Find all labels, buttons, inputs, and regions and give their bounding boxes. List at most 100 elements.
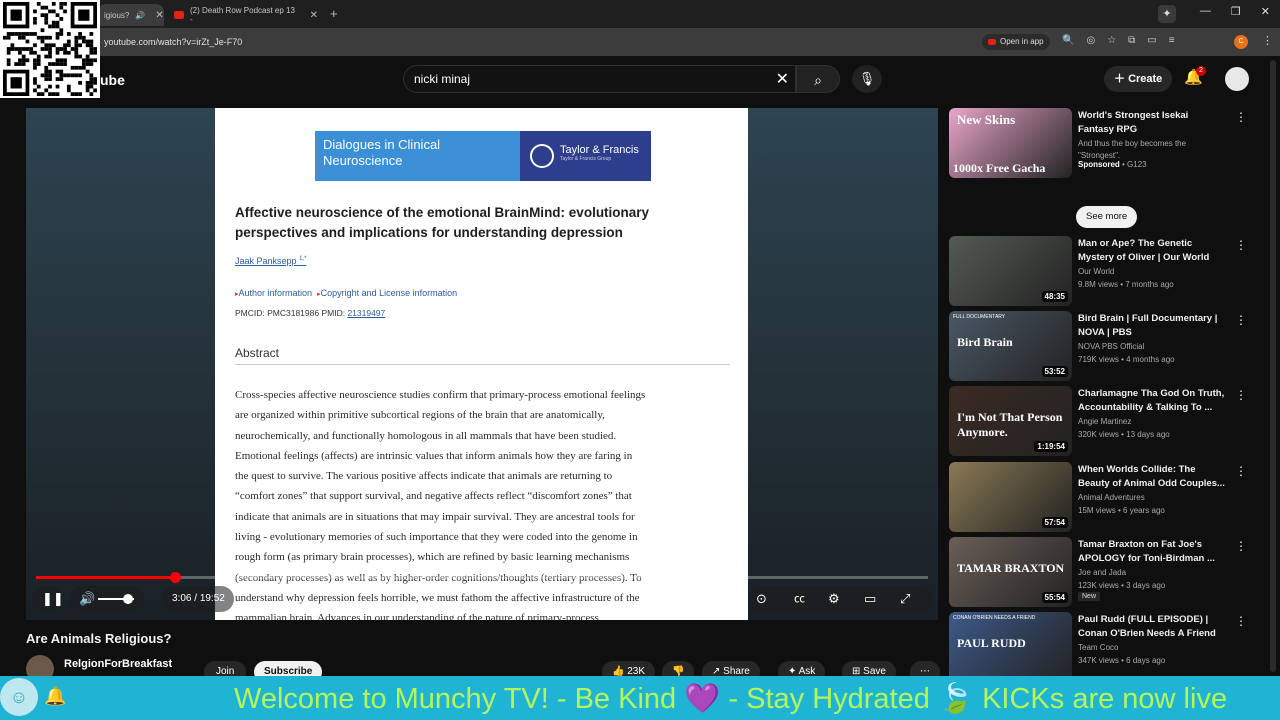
video-title[interactable]: Charlamagne Tha God On Truth, Accountabi… — [1078, 387, 1226, 415]
sidebar-video-item[interactable]: Bird Brain FULL DOCUMENTARY 53:52 Bird Brai… — [949, 311, 1249, 383]
search-input[interactable]: nicki minaj — [414, 72, 470, 86]
video-player[interactable]: Dialogues in Clinical Neuroscience Taylo… — [26, 108, 938, 620]
more-options-icon[interactable]: ⋮ — [1235, 614, 1247, 628]
thumbnail-text: TAMAR BRAXTON — [957, 561, 1065, 575]
volume-knob[interactable] — [123, 594, 133, 604]
sidebar-video-item[interactable]: New Skins 1000x Free Gacha World's Stronge… — [949, 108, 1249, 180]
zoom-icon[interactable]: 🔍 — [1062, 35, 1074, 46]
captions-icon[interactable]: ㏄ — [794, 586, 805, 612]
video-thumbnail[interactable]: I'm Not That Person Anymore. 1:19:54 — [949, 386, 1072, 456]
tab-active[interactable]: igious? 🔊 ✕ — [98, 4, 164, 26]
tab-inactive[interactable]: (2) Death Row Podcast ep 13 - ✕ — [168, 4, 324, 26]
cast-icon[interactable]: ▭ — [1147, 35, 1156, 46]
channel-name[interactable]: Our World — [1078, 267, 1114, 276]
reading-list-icon[interactable]: ≡ — [1169, 35, 1175, 46]
progress-scrubber[interactable] — [170, 572, 181, 583]
time-separator: / — [191, 593, 200, 604]
video-title[interactable]: Man or Ape? The Genetic Mystery of Olive… — [1078, 237, 1226, 265]
abstract-line: “comfort zones” that support survival, a… — [235, 490, 632, 503]
see-more-button[interactable]: See more — [1076, 206, 1138, 228]
clear-search-icon[interactable]: ✕ — [776, 69, 789, 89]
abstract-line: Emotional feelings (affects) are intrins… — [235, 449, 633, 462]
create-label: Create — [1128, 73, 1163, 85]
page-scrollbar[interactable] — [1270, 60, 1276, 672]
sidebar-video-item[interactable]: 48:35 Man or Ape? The Genetic Mystery of … — [949, 236, 1249, 308]
extensions-icon[interactable]: ⧉ — [1128, 35, 1135, 46]
video-thumbnail[interactable]: New Skins 1000x Free Gacha — [949, 108, 1072, 178]
open-in-app-label: Open in app — [1000, 37, 1044, 46]
progress-bar[interactable] — [36, 572, 928, 583]
profile-avatar[interactable]: C — [1234, 35, 1248, 49]
close-window-icon[interactable]: ✕ — [1261, 5, 1270, 18]
more-options-icon[interactable]: ⋮ — [1235, 238, 1247, 252]
new-tab-icon[interactable]: + — [330, 6, 338, 21]
paper-ids: PMCID: PMC3181986 PMID: 21319497 — [235, 308, 385, 318]
eye-off-icon[interactable]: ◎ — [1086, 35, 1095, 46]
video-meta: 719K views • 4 months ago — [1078, 355, 1175, 364]
sidebar-video-item[interactable]: I'm Not That Person Anymore. 1:19:54 Charl… — [949, 386, 1249, 458]
time-current: 3:06 — [172, 593, 192, 604]
youtube-logo[interactable]: ube — [100, 72, 125, 88]
publisher-lamp-icon — [530, 144, 554, 168]
url-field[interactable]: youtube.com/watch?v=irZt_Je-F70 — [104, 37, 242, 47]
bookmark-star-icon[interactable]: ☆ — [1107, 35, 1116, 46]
notification-count: 2 — [1196, 66, 1206, 76]
tab-close-icon[interactable]: ✕ — [155, 10, 163, 21]
account-avatar[interactable] — [1225, 67, 1249, 91]
autoplay-toggle-icon[interactable]: ⊙ — [756, 586, 767, 612]
window-controls: — ❐ ✕ — [1200, 5, 1270, 18]
search-button[interactable]: ⌕ — [796, 65, 840, 93]
video-title[interactable]: World's Strongest Isekai Fantasy RPG — [1078, 109, 1226, 137]
more-options-icon[interactable]: ⋮ — [1235, 313, 1247, 327]
thumbnail-tag: FULL DOCUMENTARY — [953, 314, 1006, 320]
channel-name[interactable]: RelgionForBreakfast — [64, 658, 172, 670]
author-info-link: Author information — [238, 288, 313, 298]
more-options-icon[interactable]: ⋮ — [1235, 110, 1247, 124]
abstract-line: are organized within primitive subcortic… — [235, 409, 605, 422]
theater-mode-icon[interactable]: ▭ — [864, 586, 876, 612]
channel-row: RelgionForBreakfast Join Subscribe 👍 23K… — [26, 655, 940, 683]
sidebar-video-item[interactable]: TAMAR BRAXTON 55:54 Tamar Braxton on Fat J… — [949, 537, 1249, 609]
channel-name[interactable]: Team Coco — [1078, 643, 1118, 652]
video-title[interactable]: Paul Rudd (FULL EPISODE) | Conan O'Brien… — [1078, 613, 1226, 641]
channel-name[interactable]: And thus the boy becomes the "Strongest"… — [1078, 138, 1208, 162]
microphone-icon[interactable]: 🎙 — [852, 65, 882, 93]
video-title[interactable]: Bird Brain | Full Documentary | NOVA | P… — [1078, 312, 1226, 340]
fullscreen-icon[interactable]: ⤢ — [900, 586, 910, 612]
search-box[interactable]: nicki minaj ✕ — [403, 65, 796, 93]
settings-gear-icon[interactable]: ⚙ — [828, 586, 840, 612]
channel-name[interactable]: Angie Martinez — [1078, 417, 1131, 426]
maximize-icon[interactable]: ❐ — [1231, 5, 1241, 18]
copyright-link: Copyright and License information — [320, 288, 458, 298]
paper-title: Affective neuroscience of the emotional … — [235, 205, 650, 240]
author-sup: 1,* — [299, 256, 307, 262]
video-title[interactable]: When Worlds Collide: The Beauty of Anima… — [1078, 463, 1226, 491]
sidebar-video-item[interactable]: PAUL RUDD CONAN O'BRIEN NEEDS A FRIEND Pau… — [949, 612, 1249, 684]
sidebar-video-item[interactable]: 57:54 When Worlds Collide: The Beauty of … — [949, 462, 1249, 534]
minimize-icon[interactable]: — — [1200, 5, 1211, 18]
video-thumbnail[interactable]: TAMAR BRAXTON 55:54 — [949, 537, 1072, 607]
video-duration: 53:52 — [1041, 366, 1068, 377]
browser-menu-icon[interactable]: ⋮ — [1262, 34, 1273, 47]
channel-name[interactable]: NOVA PBS Official — [1078, 342, 1144, 351]
more-options-icon[interactable]: ⋮ — [1235, 464, 1247, 478]
volume-icon[interactable]: 🔊 — [79, 586, 95, 612]
video-thumbnail[interactable]: PAUL RUDD CONAN O'BRIEN NEEDS A FRIEND — [949, 612, 1072, 682]
journal-banner: Dialogues in Clinical Neuroscience Taylo… — [315, 131, 651, 181]
create-button[interactable]: ＋ Create — [1104, 66, 1173, 92]
browser-tabstrip: igious? 🔊 ✕ (2) Death Row Podcast ep 13 … — [0, 0, 1280, 28]
gemini-icon[interactable]: ✦ — [1158, 5, 1176, 23]
more-options-icon[interactable]: ⋮ — [1235, 388, 1247, 402]
pmid-link: 21319497 — [347, 308, 386, 318]
video-thumbnail[interactable]: Bird Brain FULL DOCUMENTARY 53:52 — [949, 311, 1072, 381]
video-title[interactable]: Tamar Braxton on Fat Joe's APOLOGY for T… — [1078, 538, 1226, 566]
more-options-icon[interactable]: ⋮ — [1235, 539, 1247, 553]
video-thumbnail[interactable]: 57:54 — [949, 462, 1072, 532]
pause-icon[interactable]: ❚❚ — [42, 586, 64, 612]
progress-played — [36, 576, 175, 579]
open-in-app-button[interactable]: Open in app — [982, 34, 1050, 50]
channel-name[interactable]: Animal Adventures — [1078, 493, 1145, 502]
video-thumbnail[interactable]: 48:35 — [949, 236, 1072, 306]
tab-close-icon[interactable]: ✕ — [310, 10, 318, 21]
channel-name[interactable]: Joe and Jada — [1078, 568, 1126, 577]
